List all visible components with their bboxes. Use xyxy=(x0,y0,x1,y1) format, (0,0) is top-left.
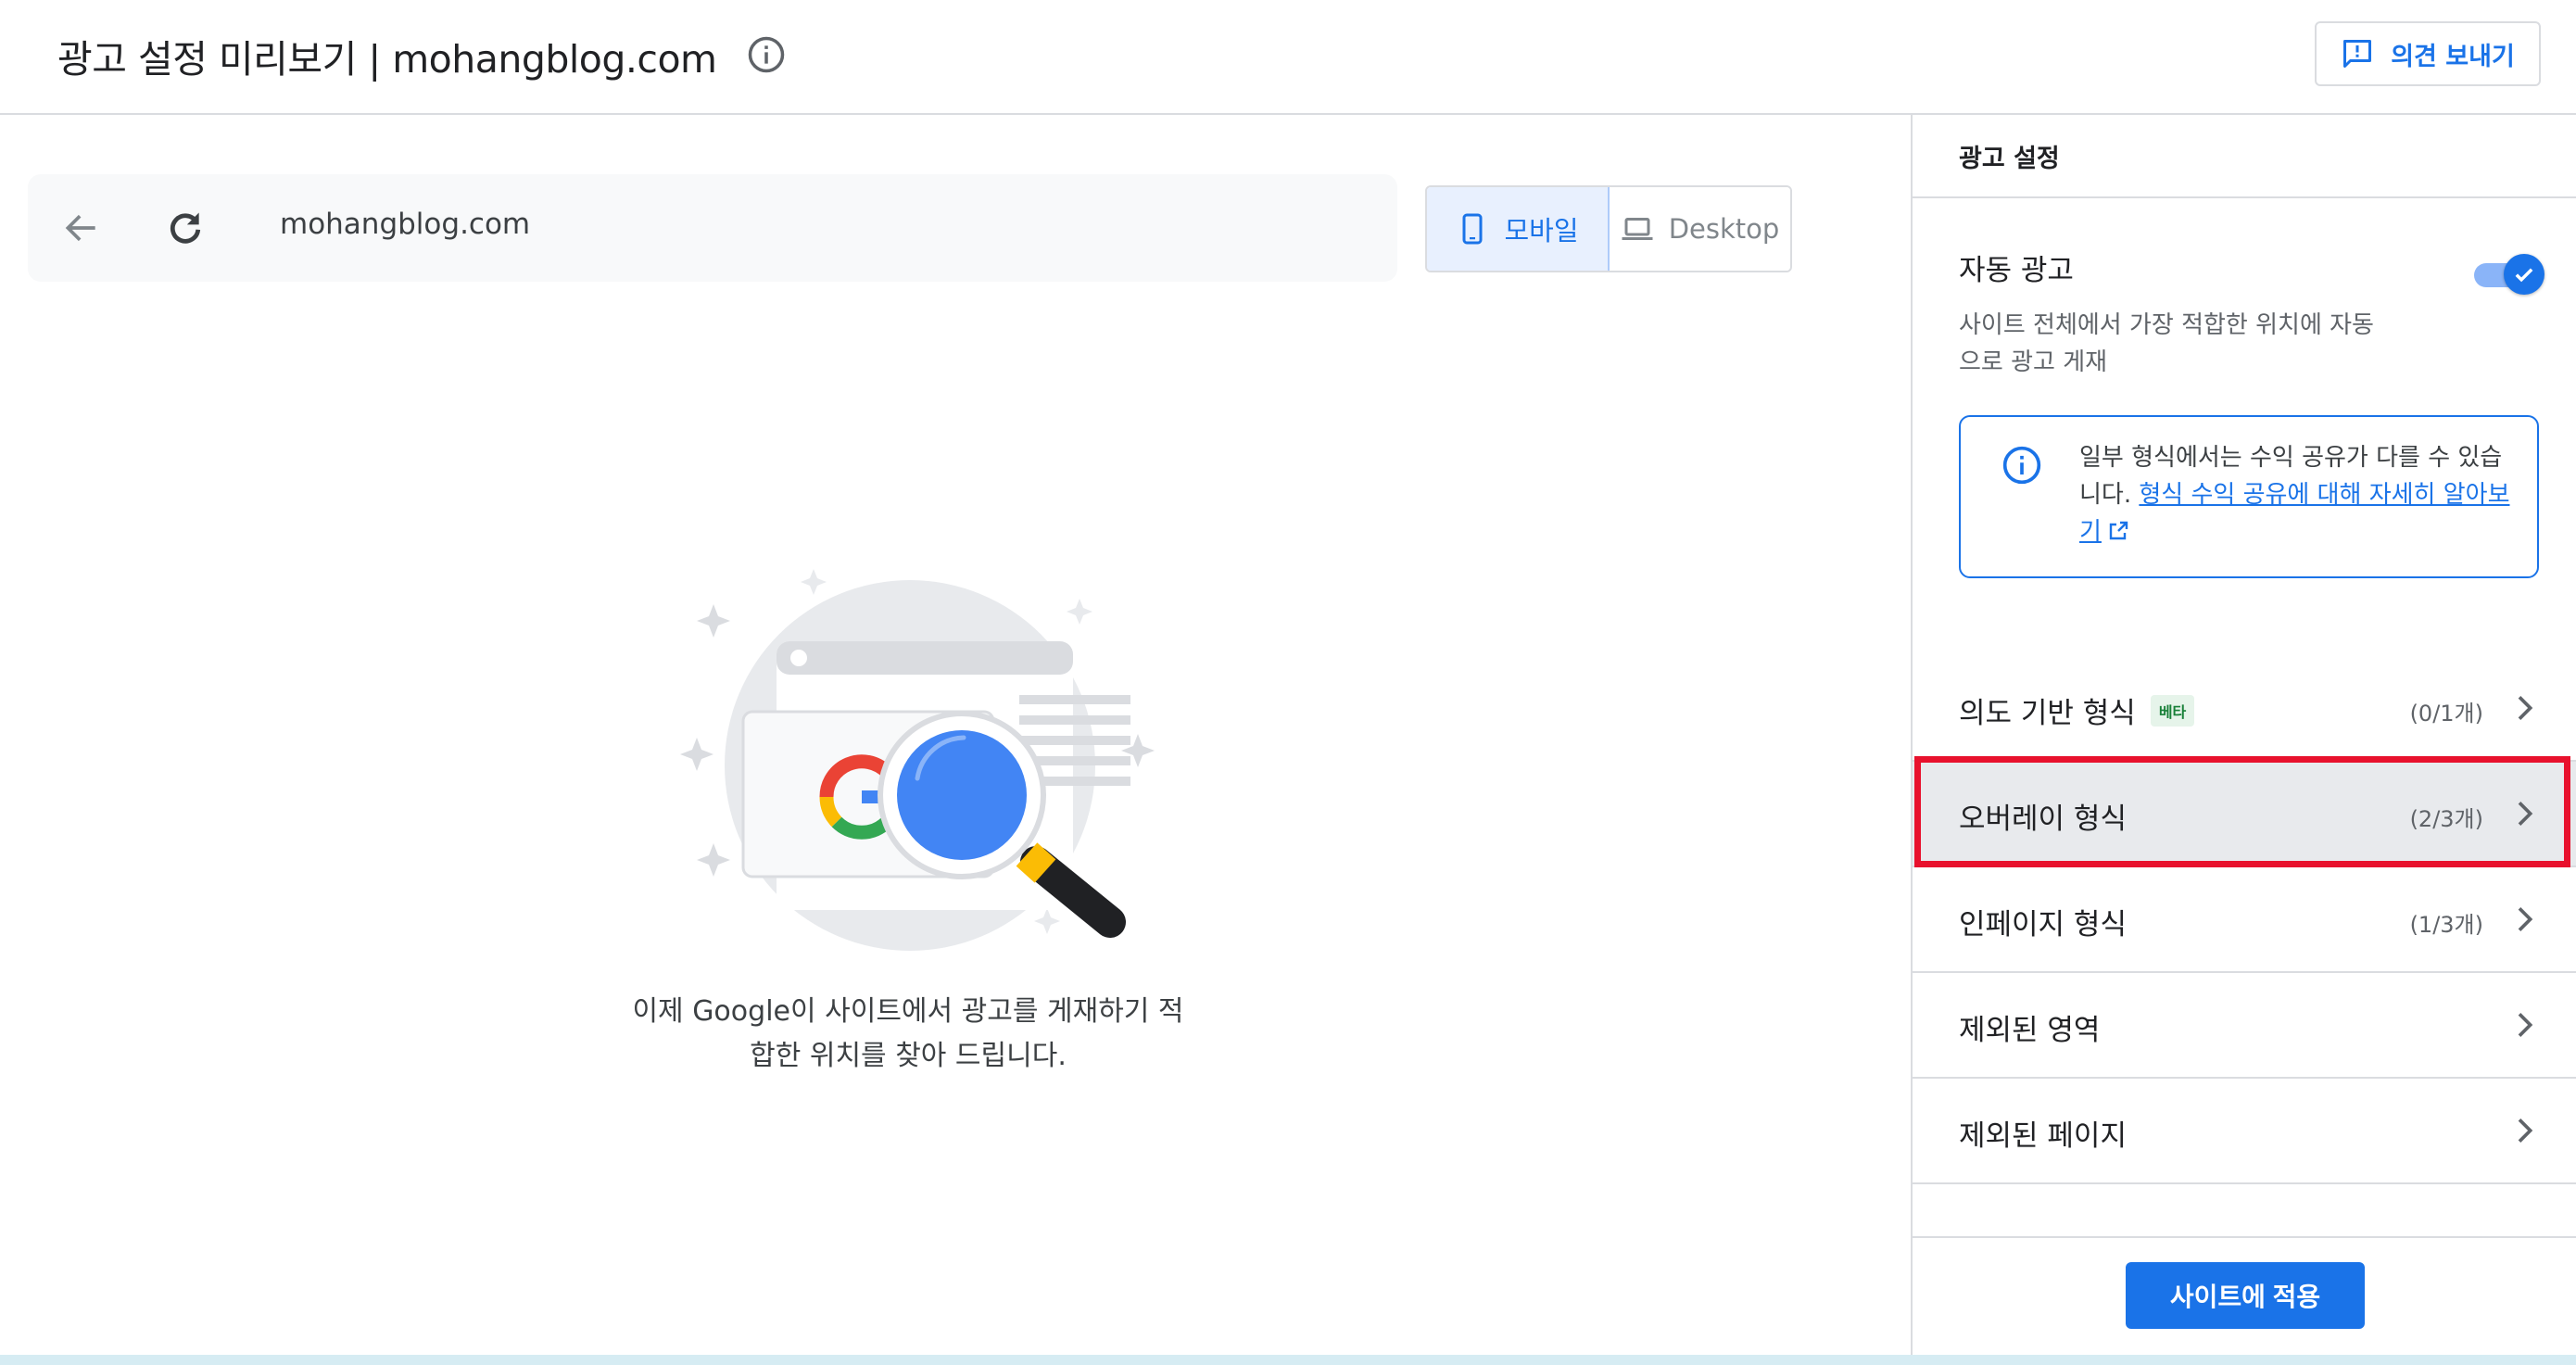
row-label: 오버레이 형식 xyxy=(1959,795,2127,837)
preview-browser-bar: mohangblog.com xyxy=(28,174,1397,282)
row-label: 의도 기반 형식 베타 xyxy=(1959,689,2195,731)
panel-title: 광고 설정 xyxy=(1913,115,2576,198)
device-toggle: 모바일 Desktop xyxy=(1425,185,1792,272)
row-inpage-formats[interactable]: 인페이지 형식 (1/3개) xyxy=(1913,867,2576,973)
ad-settings-preview-page: 광고 설정 미리보기 | mohangblog.com 의견 보내기 mohan… xyxy=(0,0,2576,1365)
auto-ads-description: 사이트 전체에서 가장 적합한 위치에 자동으로 광고 게재 xyxy=(1959,311,2374,376)
check-icon xyxy=(2515,268,2533,283)
auto-ads-section: 자동 광고 사이트 전체에서 가장 적합한 위치에 자동으로 광고 게재 xyxy=(1959,246,2552,381)
chevron-right-icon xyxy=(2518,696,2533,720)
row-excluded-areas[interactable]: 제외된 영역 xyxy=(1913,973,2576,1079)
chevron-right-icon xyxy=(2518,907,2533,931)
header: 광고 설정 미리보기 | mohangblog.com 의견 보내기 xyxy=(0,0,2576,115)
row-excluded-pages[interactable]: 제외된 페이지 xyxy=(1913,1079,2576,1184)
row-count: (1/3개) xyxy=(2409,912,2483,938)
auto-ads-toggle[interactable] xyxy=(2469,252,2544,295)
row-count: (2/3개) xyxy=(2409,806,2483,832)
chevron-right-icon xyxy=(2518,802,2533,826)
feedback-label: 의견 보내기 xyxy=(2391,42,2515,71)
feedback-button[interactable]: 의견 보내기 xyxy=(2315,21,2541,86)
info-icon[interactable] xyxy=(747,35,786,74)
row-label: 제외된 페이지 xyxy=(1959,1112,2127,1154)
revenue-share-link[interactable]: 형식 수익 공유에 대해 자세히 알아보기 xyxy=(2079,481,2510,546)
row-count: (0/1개) xyxy=(2409,701,2483,727)
row-title: 제외된 페이지 xyxy=(1959,1119,2127,1153)
apply-to-site-button[interactable]: 사이트에 적용 xyxy=(2126,1262,2365,1329)
row-title: 제외된 영역 xyxy=(1959,1014,2101,1047)
external-link-icon[interactable] xyxy=(2107,520,2129,542)
info-icon xyxy=(2002,446,2041,485)
device-desktop-label: Desktop xyxy=(1668,213,1780,245)
toggle-knob xyxy=(2504,254,2544,295)
message-line-2: 합한 위치를 찾아 드립니다. xyxy=(750,1040,1067,1072)
empty-state-message: 이제 Google이 사이트에서 광고를 게재하기 적 합한 위치를 찾아 드립… xyxy=(537,990,1279,1079)
bottom-strip xyxy=(0,1355,2576,1365)
panel-footer: 사이트에 적용 xyxy=(1913,1236,2576,1355)
feedback-icon xyxy=(2343,40,2372,68)
page-title: 광고 설정 미리보기 | mohangblog.com xyxy=(57,37,717,82)
revenue-share-notice: 일부 형식에서는 수익 공유가 다를 수 있습니다. 형식 수익 공유에 대해 … xyxy=(1959,415,2539,578)
chevron-right-icon xyxy=(2518,1119,2533,1143)
preview-url: mohangblog.com xyxy=(280,208,531,241)
row-intent-formats[interactable]: 의도 기반 형식 베타 (0/1개) xyxy=(1913,656,2576,762)
row-label: 제외된 영역 xyxy=(1959,1006,2100,1048)
row-title: 의도 기반 형식 xyxy=(1959,697,2136,730)
row-label: 인페이지 형식 xyxy=(1959,901,2127,942)
row-title: 오버레이 형식 xyxy=(1959,803,2127,836)
device-mobile-label: 모바일 xyxy=(1504,215,1579,246)
message-line-1: 이제 Google이 사이트에서 광고를 게재하기 적 xyxy=(632,995,1184,1028)
row-overlay-formats[interactable]: 오버레이 형식 (2/3개) xyxy=(1913,762,2576,867)
auto-ads-title: 자동 광고 xyxy=(1959,254,2074,287)
back-arrow-icon[interactable] xyxy=(61,208,102,248)
notice-text: 일부 형식에서는 수익 공유가 다를 수 있습니다. 형식 수익 공유에 대해 … xyxy=(2079,439,2515,550)
laptop-icon xyxy=(1622,218,1653,240)
row-title: 인페이지 형식 xyxy=(1959,908,2127,942)
device-mobile-button[interactable]: 모바일 xyxy=(1427,187,1610,271)
refresh-icon[interactable] xyxy=(165,208,206,248)
chevron-right-icon xyxy=(2518,1013,2533,1037)
phone-icon xyxy=(1462,213,1483,245)
search-illustration xyxy=(680,569,1155,951)
settings-panel: 광고 설정 자동 광고 사이트 전체에서 가장 적합한 위치에 자동으로 광고 … xyxy=(1911,115,2576,1355)
beta-badge: 베타 xyxy=(2150,694,2195,727)
device-desktop-button[interactable]: Desktop xyxy=(1610,187,1790,271)
